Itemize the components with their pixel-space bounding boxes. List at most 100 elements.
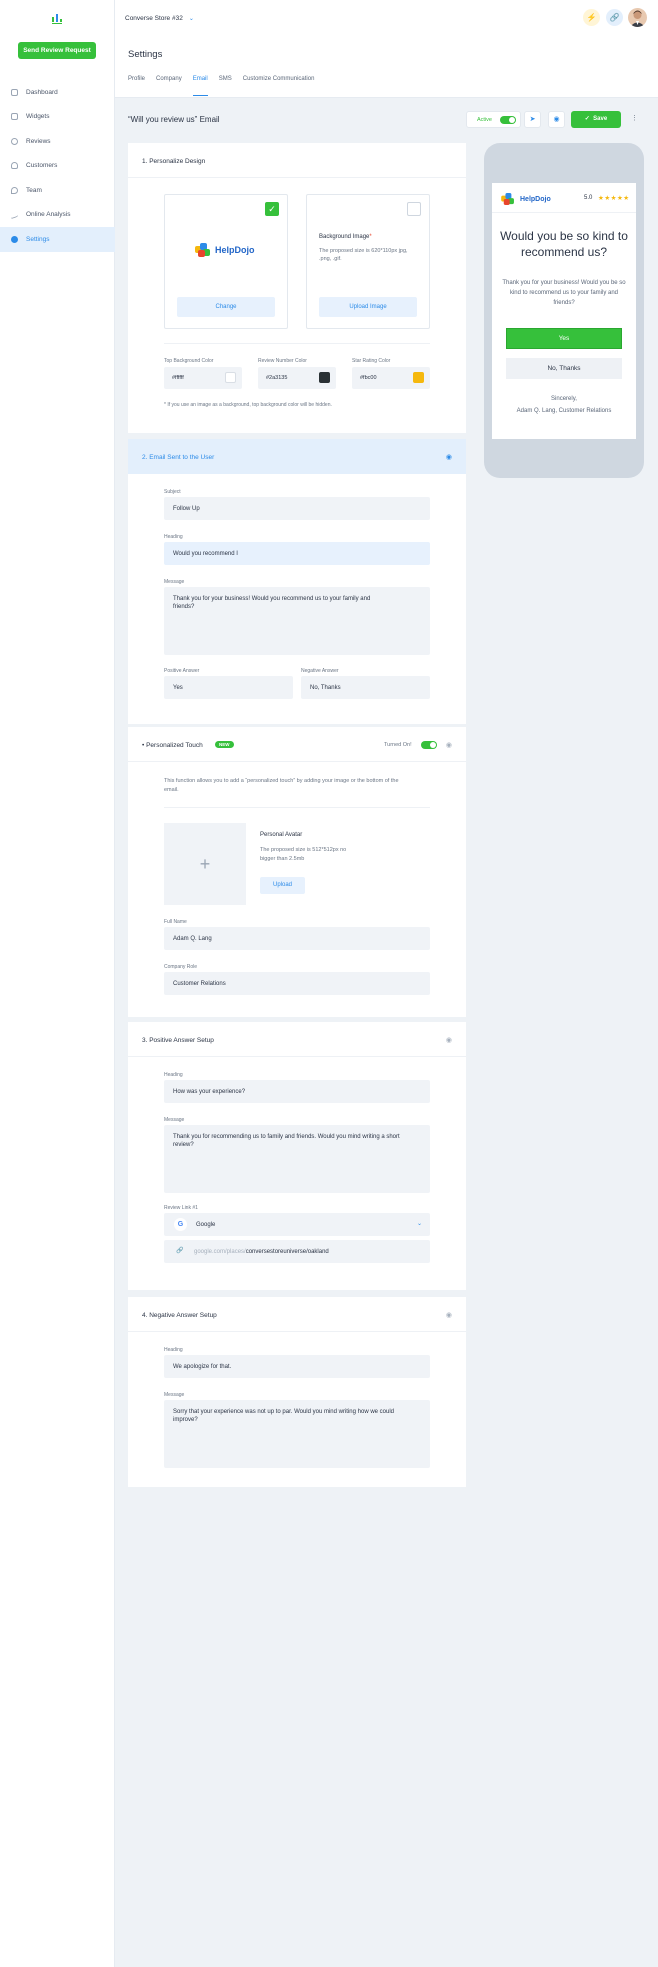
upload-image-button[interactable]: Upload Image (319, 297, 417, 317)
field-label: Message (164, 1392, 185, 1398)
change-logo-button[interactable]: Change (177, 297, 275, 317)
divider (128, 1331, 466, 1332)
negative-heading-field[interactable]: We apologize for that. (164, 1355, 430, 1378)
active-toggle[interactable] (500, 116, 516, 124)
sidebar-item-team[interactable]: Team (0, 178, 115, 203)
sidebar-item-dashboard[interactable]: Dashboard (0, 80, 115, 105)
subject-field[interactable]: Follow Up (164, 497, 430, 520)
store-selector[interactable]: Converse Store #32 ⌄ (125, 15, 194, 22)
tab-sms[interactable]: SMS (219, 76, 232, 96)
preview-rating: 5.0 (584, 195, 593, 201)
preview-message: Thank you for your business! Would you b… (502, 280, 626, 306)
positive-answer-field[interactable]: Yes (164, 676, 293, 699)
panel-title[interactable]: • Personalized Touch (142, 742, 203, 749)
sidebar-item-settings[interactable]: Settings (0, 227, 115, 252)
save-label: Save (593, 116, 608, 122)
sidebar-item-online-analysis[interactable]: Online Analysis (0, 203, 115, 228)
avatar[interactable] (628, 8, 647, 27)
eye-icon[interactable]: ◉ (446, 741, 452, 749)
sidebar-item-customers[interactable]: Customers (0, 154, 115, 179)
star-rating-color-input[interactable]: #fbc00 (352, 367, 430, 389)
preview-no-button[interactable]: No, Thanks (506, 358, 622, 379)
review-url-field[interactable]: 🔗 google.com/places/conversestoreunivers… (164, 1240, 430, 1263)
selected-checkbox[interactable]: ✓ (265, 202, 279, 216)
preview-yes-button[interactable]: Yes (506, 328, 622, 349)
message-field[interactable]: Thank you for your business! Would you r… (164, 587, 430, 655)
tab-company[interactable]: Company (156, 76, 182, 96)
negative-answer-panel: 4. Negative Answer Setup ◉ Heading We ap… (128, 1297, 466, 1487)
company-role-field[interactable]: Customer Relations (164, 972, 430, 995)
field-label: Top Background Color (164, 358, 214, 364)
sidebar-item-reviews[interactable]: Reviews (0, 129, 115, 154)
preview-button[interactable]: ◉ (548, 111, 565, 128)
eye-icon[interactable]: ◉ (446, 1311, 452, 1319)
tab-customize-communication[interactable]: Customize Communication (243, 76, 315, 96)
eye-icon[interactable]: ◉ (446, 1036, 452, 1044)
active-label: Active (477, 117, 492, 123)
provider-name: Google (196, 1222, 216, 1228)
tab-profile[interactable]: Profile (128, 76, 145, 96)
reviews-icon (11, 137, 18, 145)
chevron-down-icon: ⌄ (188, 16, 194, 22)
color-swatch[interactable] (413, 372, 424, 383)
lightning-icon[interactable]: ⚡ (583, 9, 600, 26)
field-label: Review Link #1 (164, 1205, 198, 1211)
color-swatch[interactable] (225, 372, 236, 383)
settings-tabs: Profile Company Email SMS Customize Comm… (128, 76, 325, 96)
review-provider-select[interactable]: G Google ⌄ (164, 1213, 430, 1236)
app-logo[interactable] (52, 12, 62, 24)
divider (128, 177, 466, 178)
color-swatch[interactable] (319, 372, 330, 383)
avatar-title: Personal Avatar (260, 832, 303, 838)
top-bg-color-input[interactable]: #ffffff (164, 367, 242, 389)
tab-email[interactable]: Email (192, 76, 208, 96)
positive-message-field[interactable]: Thank you for recommending us to family … (164, 1125, 430, 1193)
personalized-touch-toggle[interactable] (421, 741, 437, 749)
dashboard-icon (11, 88, 18, 96)
panel-title[interactable]: 2. Email Sent to the User (142, 454, 214, 461)
preview-logo: HelpDojo (500, 192, 551, 206)
field-label: Message (164, 1117, 185, 1123)
panel-title[interactable]: 3. Positive Answer Setup (142, 1037, 214, 1044)
unselected-checkbox[interactable] (407, 202, 421, 216)
widgets-icon (11, 113, 18, 121)
sidebar-item-widgets[interactable]: Widgets (0, 105, 115, 130)
team-icon (11, 186, 18, 194)
preview-heading: Would you be so kind to recommend us? (500, 229, 628, 259)
field-label: Full Name (164, 919, 187, 925)
avatar-upload-area[interactable]: + (164, 823, 246, 905)
sidebar-nav: Dashboard Widgets Reviews Customers Team… (0, 80, 115, 252)
link-icon[interactable]: 🔗 (606, 9, 623, 26)
positive-heading-field[interactable]: How was your experience? (164, 1080, 430, 1103)
send-test-button[interactable]: ➤ (524, 111, 541, 128)
sidebar: Send Review Request Dashboard Widgets Re… (0, 0, 115, 1967)
send-review-request-button[interactable]: Send Review Request (18, 42, 96, 59)
negative-message-field[interactable]: Sorry that your experience was not up to… (164, 1400, 430, 1468)
field-label: Message (164, 579, 185, 585)
upload-avatar-button[interactable]: Upload (260, 877, 305, 894)
customers-icon (11, 162, 18, 170)
save-button[interactable]: ✓ Save (571, 111, 621, 128)
turned-on-label: Turned On! (384, 742, 412, 748)
analysis-icon (11, 209, 18, 220)
panel-title[interactable]: 4. Negative Answer Setup (142, 1312, 217, 1319)
background-image-card[interactable]: Background Image* The proposed size is 6… (306, 194, 430, 329)
logo-design-card[interactable]: ✓ HelpDojo Change (164, 194, 288, 329)
field-label: Positive Answer (164, 668, 200, 674)
email-sent-panel: 2. Email Sent to the User ◉ Subject Foll… (128, 439, 466, 724)
review-number-color-input[interactable]: #2a3135 (258, 367, 336, 389)
sidebar-item-label: Widgets (26, 113, 50, 121)
active-toggle-box[interactable]: Active (466, 111, 521, 128)
panel-title[interactable]: 1. Personalize Design (142, 158, 205, 165)
divider (164, 807, 430, 808)
field-label: Negative Answer (301, 668, 339, 674)
check-icon: ✓ (584, 116, 594, 122)
preview-sign-off: Sincerely, (551, 396, 577, 402)
send-icon: ➤ (529, 116, 536, 123)
eye-icon[interactable]: ◉ (446, 453, 452, 461)
heading-field[interactable]: Would you recommend I (164, 542, 430, 565)
personalized-touch-panel: • Personalized Touch NEW Turned On! ◉ Th… (128, 727, 466, 1017)
full-name-field[interactable]: Adam Q. Lang (164, 927, 430, 950)
negative-answer-field[interactable]: No, Thanks (301, 676, 430, 699)
more-options-icon[interactable]: ⋮ (626, 111, 643, 128)
